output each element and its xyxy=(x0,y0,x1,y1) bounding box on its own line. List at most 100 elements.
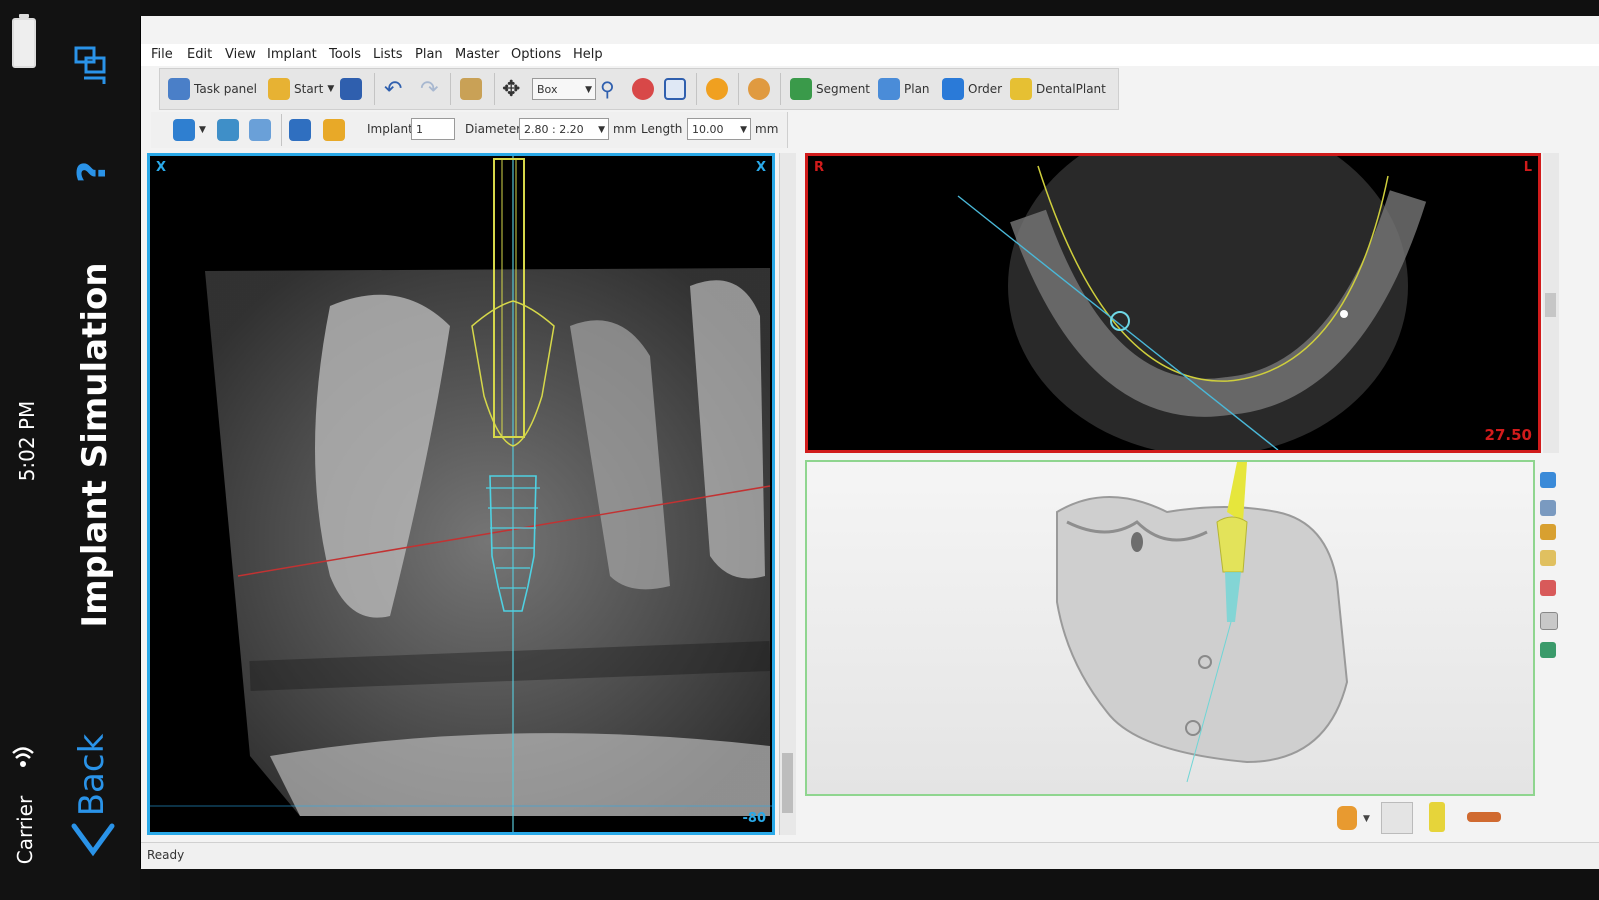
separator xyxy=(374,73,375,105)
plan-icon xyxy=(878,78,900,100)
task-panel-icon xyxy=(168,78,190,100)
scroll-thumb[interactable] xyxy=(1545,293,1556,317)
plan-label: Plan xyxy=(904,82,930,96)
fit-view-icon xyxy=(664,78,686,100)
measure-button[interactable] xyxy=(632,75,654,103)
layers-icon[interactable] xyxy=(1540,550,1556,566)
app-window: File Edit View Implant Tools Lists Plan … xyxy=(140,16,1599,869)
menu-view[interactable]: View xyxy=(225,47,256,62)
nerve-button[interactable] xyxy=(249,116,271,144)
app-title: Implant Simulation xyxy=(75,262,115,628)
separator xyxy=(696,73,697,105)
plan-button[interactable]: Plan xyxy=(878,75,930,103)
cart-icon xyxy=(942,78,964,100)
main-toolbar: Task panel Start ▼ ↶ ↷ ✥ Box ▼ ⚲ Segment… xyxy=(159,68,1119,110)
menu-implant[interactable]: Implant xyxy=(267,47,317,62)
zoom-select[interactable]: Box ▼ xyxy=(532,78,596,100)
implant-icon xyxy=(173,119,195,141)
cross-section-view[interactable]: X X -80 xyxy=(147,153,775,835)
info-button[interactable] xyxy=(706,75,728,103)
status-bar: Ready xyxy=(141,842,1599,869)
view-front-icon[interactable] xyxy=(1540,472,1556,488)
task-panel-label: Task panel xyxy=(194,82,258,96)
menu-help[interactable]: Help xyxy=(573,47,603,62)
dropdown-icon: ▼ xyxy=(199,125,206,135)
segment-button[interactable]: Segment xyxy=(790,75,870,103)
share-icon[interactable] xyxy=(70,44,114,88)
select-tool-icon[interactable] xyxy=(1381,802,1413,834)
back-button[interactable]: Back xyxy=(72,725,112,825)
order-label: Order xyxy=(968,82,1003,96)
gear-icon xyxy=(748,78,770,100)
rotate-implant-button[interactable] xyxy=(289,116,311,144)
export-icon[interactable] xyxy=(1540,642,1556,658)
axial-scrollbar[interactable] xyxy=(1543,153,1559,453)
length-value: 10.00 xyxy=(692,123,724,136)
dentalplant-icon xyxy=(1010,78,1032,100)
fit-view-button[interactable] xyxy=(664,75,686,103)
start-button[interactable]: Start ▼ xyxy=(268,75,334,103)
chevron-down-icon: ▼ xyxy=(585,85,592,95)
separator xyxy=(780,73,781,105)
menu-file[interactable]: File xyxy=(151,47,173,62)
chevron-down-icon: ▼ xyxy=(740,125,747,135)
separator xyxy=(281,114,282,146)
dentalplant-button[interactable]: DentalPlant xyxy=(1010,75,1106,103)
menu-plan[interactable]: Plan xyxy=(415,47,443,62)
menu-edit[interactable]: Edit xyxy=(187,47,212,62)
order-button[interactable]: Order xyxy=(942,75,1002,103)
3d-view[interactable] xyxy=(805,460,1535,796)
start-label: Start xyxy=(294,82,324,96)
nerve-icon[interactable] xyxy=(1467,812,1501,822)
cross-section-image xyxy=(150,156,772,832)
dropdown-icon[interactable]: ▼ xyxy=(1363,814,1370,824)
view-corner-label: X xyxy=(156,160,167,175)
task-panel-button[interactable]: Task panel xyxy=(168,75,257,103)
length-select[interactable]: 10.00 ▼ xyxy=(687,118,751,140)
view-corner-label: L xyxy=(1523,160,1532,175)
save-button[interactable] xyxy=(340,75,362,103)
abutment-button[interactable] xyxy=(217,116,239,144)
diameter-unit: mm xyxy=(613,122,637,136)
chevron-down-icon[interactable] xyxy=(70,820,116,860)
reset-icon[interactable] xyxy=(1540,612,1558,630)
pan-button[interactable]: ✥ xyxy=(502,75,520,103)
settings-button[interactable] xyxy=(748,75,770,103)
menu-master[interactable]: Master xyxy=(455,47,499,62)
segment-label: Segment xyxy=(816,82,870,96)
slice-value: -80 xyxy=(742,811,767,826)
implant-number-input[interactable]: 1 xyxy=(411,118,455,140)
view-top-icon[interactable] xyxy=(1540,500,1556,516)
menu-lists[interactable]: Lists xyxy=(373,47,403,62)
help-icon[interactable]: ? xyxy=(70,152,114,192)
abutment-icon xyxy=(217,119,239,141)
carrier-label: Carrier xyxy=(13,795,37,865)
redo-button[interactable]: ↷ xyxy=(420,75,438,103)
redo-icon: ↷ xyxy=(420,76,439,102)
diameter-select[interactable]: 2.80 : 2.20 ▼ xyxy=(519,118,609,140)
dropdown-icon: ▼ xyxy=(327,84,335,94)
hand-icon[interactable] xyxy=(1337,806,1357,830)
diameter-label: Diameter xyxy=(465,122,522,136)
zoom-button[interactable]: ⚲ xyxy=(600,75,615,103)
adjust-implant-button[interactable] xyxy=(323,116,345,144)
view-side-icon[interactable] xyxy=(1540,524,1556,540)
color-icon[interactable] xyxy=(1540,580,1556,596)
magnifier-icon: ⚲ xyxy=(600,77,615,101)
undo-icon: ↶ xyxy=(384,76,403,102)
menu-options[interactable]: Options xyxy=(511,47,561,62)
undo-button[interactable]: ↶ xyxy=(384,75,402,103)
scroll-thumb[interactable] xyxy=(782,753,793,813)
axial-view[interactable]: R L 27.50 xyxy=(805,153,1541,453)
add-implant-button[interactable]: ▼ xyxy=(173,116,206,144)
length-label: Length xyxy=(641,122,683,136)
implant-toolbar: ▼ Implant 1 Diameter 2.80 : 2.20 ▼ mm Le… xyxy=(151,112,788,148)
print-icon xyxy=(460,78,482,100)
implant-icon[interactable] xyxy=(1429,802,1445,832)
slice-value: 27.50 xyxy=(1484,426,1532,444)
menu-tools[interactable]: Tools xyxy=(329,47,361,62)
cross-section-scrollbar[interactable] xyxy=(779,153,796,835)
print-button[interactable] xyxy=(460,75,482,103)
move-icon: ✥ xyxy=(502,76,521,102)
measure-icon xyxy=(632,78,654,100)
